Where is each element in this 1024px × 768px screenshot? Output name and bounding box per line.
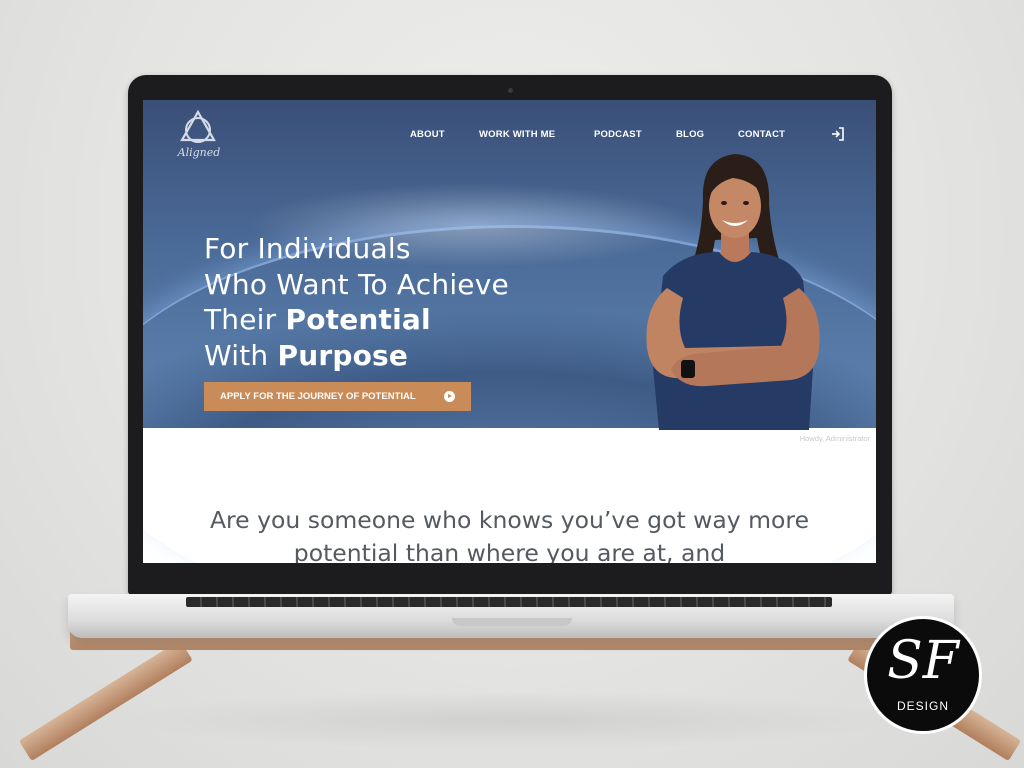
design-label: DESIGN	[896, 699, 949, 713]
woman-portrait	[646, 154, 820, 430]
cta-label: APPLY FOR THE JOURNEY OF POTENTIAL	[220, 391, 416, 402]
sf-design-logo: SF DESIGN	[864, 616, 982, 734]
login-icon[interactable]	[831, 127, 845, 141]
headline-line-1: For Individuals	[204, 232, 411, 265]
headline-line-2: Who Want To Achieve	[204, 267, 509, 301]
nav-blog[interactable]: BLOG	[676, 129, 704, 140]
intro-text: Are you someone who knows you’ve got way…	[209, 506, 810, 563]
sf-monogram: SF	[887, 631, 959, 691]
logo-text: Aligned	[177, 146, 221, 159]
apply-journey-button[interactable]: APPLY FOR THE JOURNEY OF POTENTIAL	[204, 382, 471, 411]
keyboard	[186, 597, 832, 607]
headline-line-3: Their Potential	[204, 303, 431, 336]
camera-icon	[508, 88, 513, 93]
admin-bar-text: Howdy, Administrator	[799, 434, 870, 443]
hero-section: Aligned ABOUT WORK WITH ME PODCAST BLOG …	[143, 100, 876, 430]
headline-line-4: With Purpose	[204, 338, 409, 372]
nav-about[interactable]: ABOUT	[410, 129, 445, 140]
arrow-circle-right-icon	[444, 391, 455, 402]
laptop-notch	[452, 618, 572, 626]
shadow	[120, 690, 900, 750]
nav-contact[interactable]: CONTACT	[738, 129, 785, 140]
nav-work-with-me[interactable]: WORK WITH ME	[479, 129, 555, 140]
hero-headline: For Individuals Who Want To Achieve Thei…	[204, 231, 509, 373]
laptop-screen: Aligned ABOUT WORK WITH ME PODCAST BLOG …	[143, 100, 876, 563]
nav-podcast[interactable]: PODCAST	[594, 129, 642, 140]
